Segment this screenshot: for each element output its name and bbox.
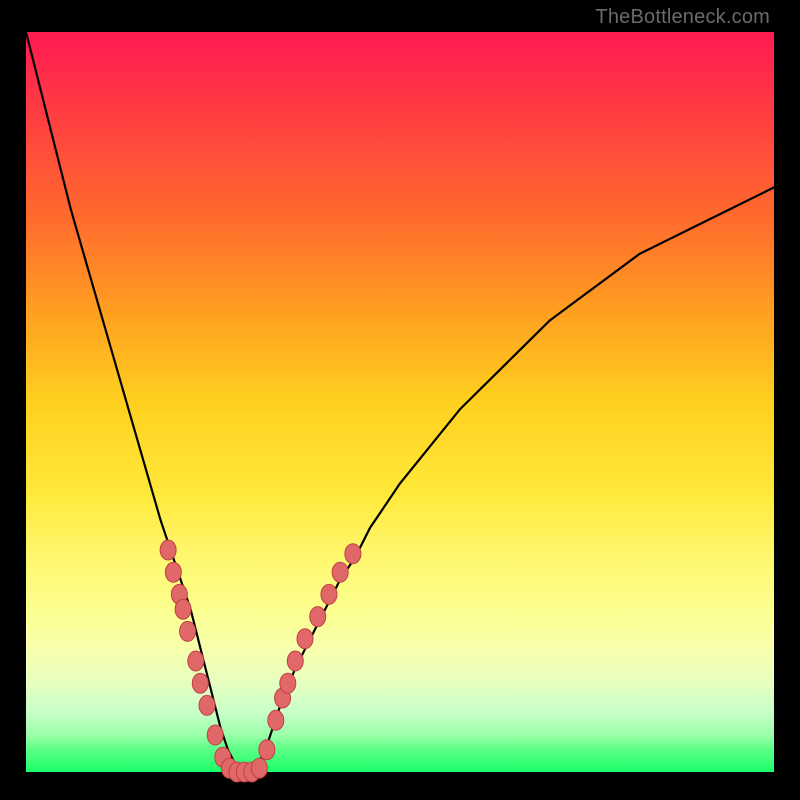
left-marker-1 xyxy=(160,540,176,560)
chart-container: TheBottleneck.com xyxy=(0,0,800,800)
right-marker-1 xyxy=(259,740,275,760)
left-marker-9 xyxy=(207,725,223,745)
right-marker-8 xyxy=(321,584,337,604)
right-marker-4 xyxy=(280,673,296,693)
right-marker-2 xyxy=(268,710,284,730)
plot-area xyxy=(26,32,774,772)
bottom-marker-5 xyxy=(251,758,267,778)
curve-svg xyxy=(26,32,774,772)
left-marker-4 xyxy=(175,599,191,619)
watermark-text: TheBottleneck.com xyxy=(595,6,770,29)
left-marker-8 xyxy=(199,695,215,715)
right-marker-9 xyxy=(332,562,348,582)
left-marker-7 xyxy=(192,673,208,693)
right-marker-6 xyxy=(297,629,313,649)
right-marker-10 xyxy=(345,544,361,564)
right-marker-7 xyxy=(310,607,326,627)
left-marker-6 xyxy=(188,651,204,671)
right-marker-5 xyxy=(287,651,303,671)
left-marker-5 xyxy=(180,621,196,641)
left-marker-2 xyxy=(165,562,181,582)
bottleneck-curve xyxy=(26,32,774,772)
